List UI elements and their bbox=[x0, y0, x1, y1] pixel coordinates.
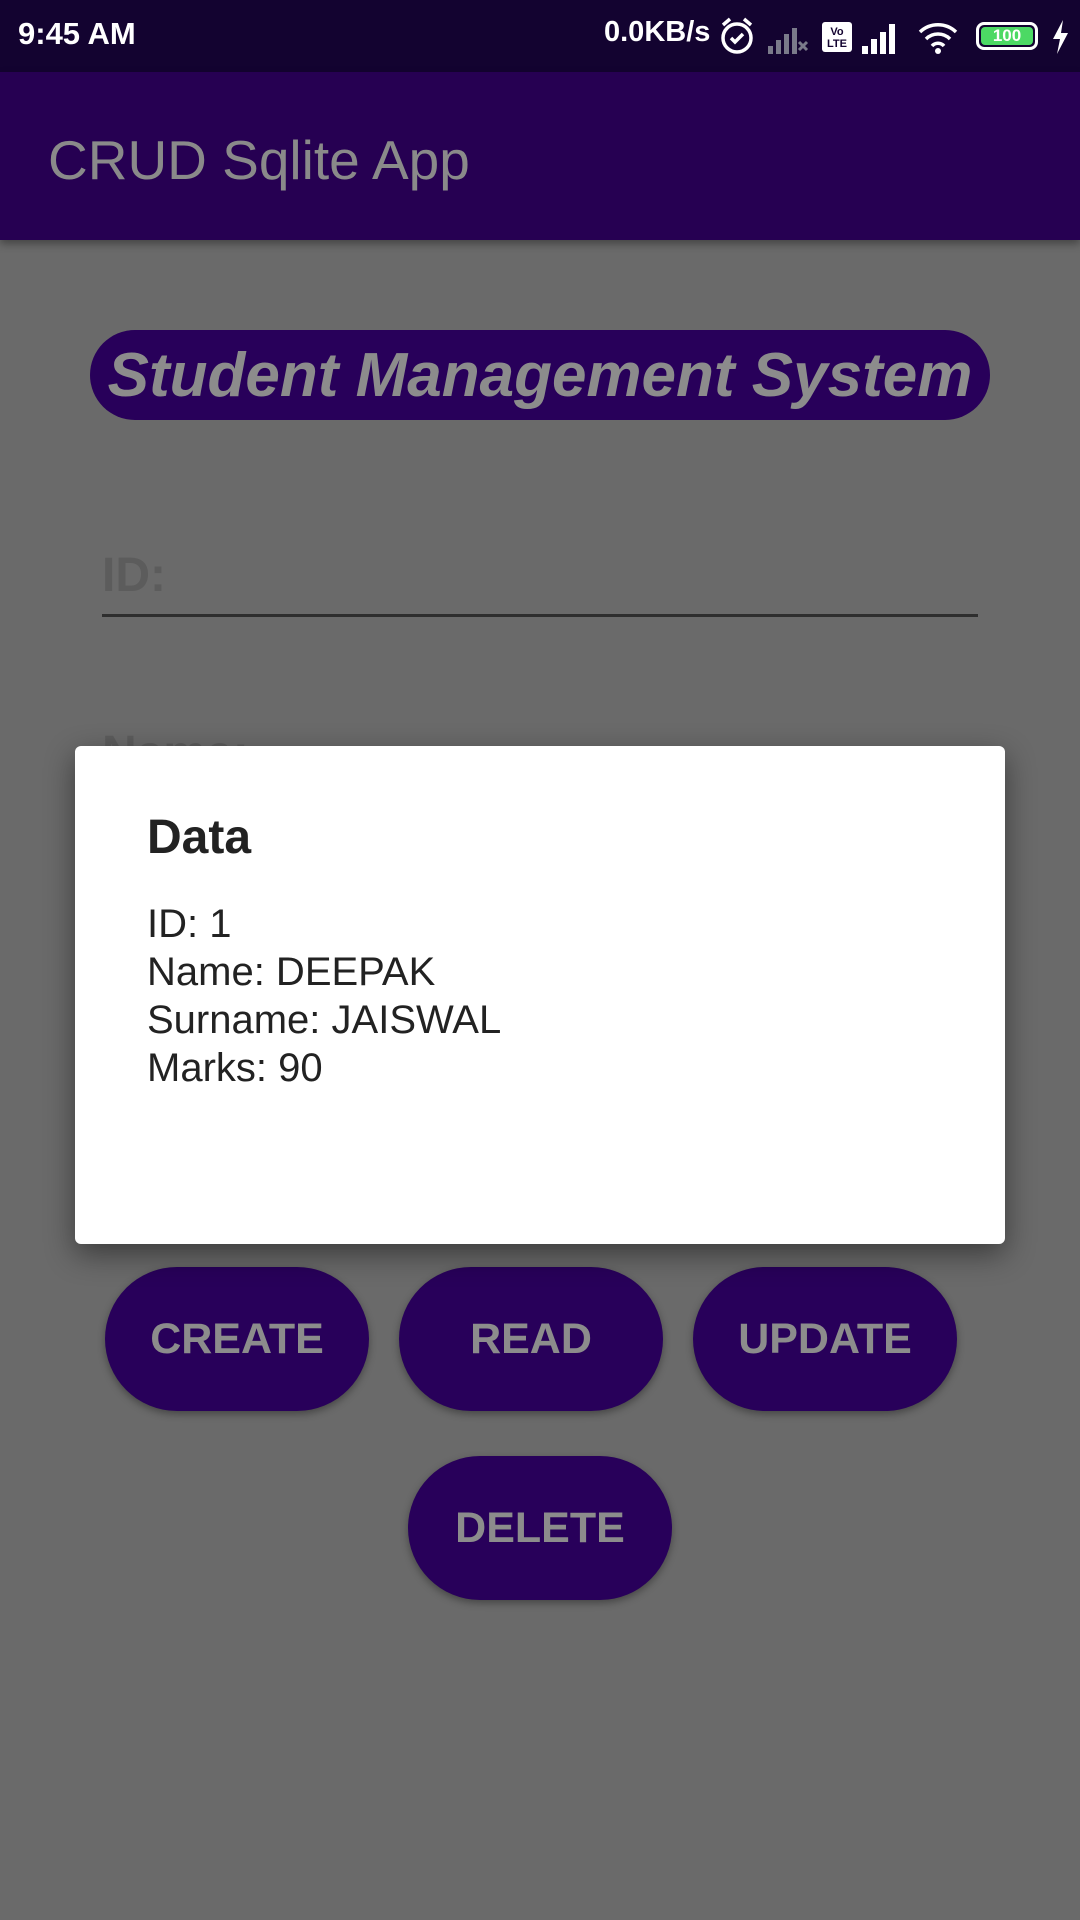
svg-text:Vo: Vo bbox=[830, 26, 844, 38]
dialog-line-name: Name: DEEPAK bbox=[147, 950, 436, 994]
id-field-underline bbox=[102, 614, 978, 617]
signal-no-service-icon bbox=[768, 28, 809, 54]
create-button[interactable]: CREATE bbox=[105, 1267, 369, 1411]
dialog-title: Data bbox=[147, 811, 252, 864]
svg-text:LTE: LTE bbox=[827, 38, 847, 50]
page-heading-text: Student Management System bbox=[107, 340, 973, 410]
alarm-icon bbox=[721, 17, 753, 54]
dialog-line-surname: Surname: JAISWAL bbox=[147, 998, 502, 1042]
dialog-line-id: ID: 1 bbox=[147, 902, 232, 946]
dialog-line-marks: Marks: 90 bbox=[147, 1046, 323, 1090]
id-field[interactable]: ID: bbox=[102, 548, 978, 620]
delete-button[interactable]: DELETE bbox=[408, 1456, 672, 1600]
battery-icon: 100 bbox=[976, 22, 1038, 50]
app-bar: CRUD Sqlite App bbox=[0, 72, 1080, 240]
dialog-message: ID: 1 Name: DEEPAK Surname: JAISWAL Mark… bbox=[147, 900, 501, 1092]
signal-icon bbox=[862, 24, 895, 54]
status-time: 9:45 AM bbox=[18, 16, 136, 51]
app-title: CRUD Sqlite App bbox=[48, 129, 470, 191]
id-field-label: ID: bbox=[102, 549, 166, 602]
data-dialog[interactable]: Data ID: 1 Name: DEEPAK Surname: JAISWAL… bbox=[75, 746, 1005, 1244]
network-speed: 0.0KB/s bbox=[604, 16, 711, 48]
volte-icon: Vo LTE bbox=[822, 22, 852, 52]
status-bar: 9:45 AM 0.0KB/s Vo LTE 100 bbox=[0, 0, 1080, 72]
update-button[interactable]: UPDATE bbox=[693, 1267, 957, 1411]
battery-level: 100 bbox=[992, 26, 1022, 45]
screen: 9:45 AM 0.0KB/s Vo LTE 100 CRUD Sqlite A… bbox=[0, 0, 1080, 1920]
page-heading: Student Management System bbox=[90, 330, 990, 420]
read-button[interactable]: READ bbox=[399, 1267, 663, 1411]
charging-icon bbox=[1053, 20, 1068, 54]
wifi-icon bbox=[918, 23, 958, 54]
